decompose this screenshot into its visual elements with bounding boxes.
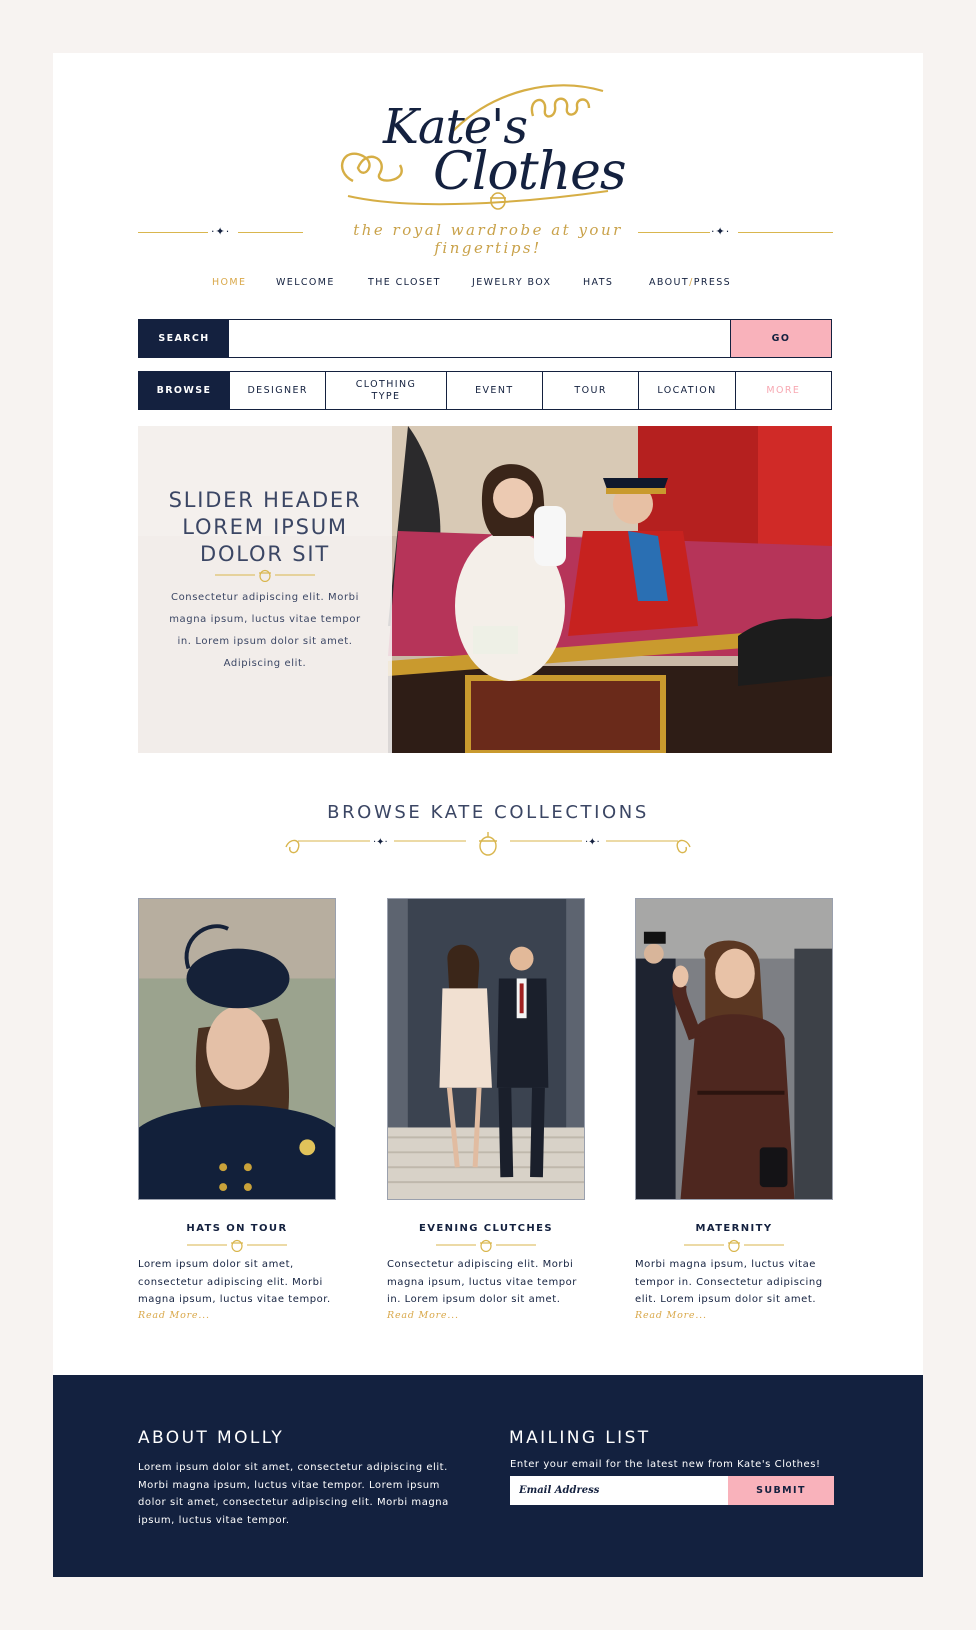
tagline-rule-right	[738, 232, 833, 233]
read-more-link[interactable]: Read More...	[138, 1309, 336, 1323]
email-field[interactable]	[510, 1476, 728, 1505]
browse-more[interactable]: MORE	[734, 372, 831, 409]
collection-card-maternity: MATERNITY Morbi magna ipsum, luctus vita…	[635, 898, 833, 1323]
collection-description: Morbi magna ipsum, luctus vitae tempor i…	[635, 1259, 823, 1305]
kate-clutch-photo	[388, 899, 584, 1199]
nav-the-closet[interactable]: THE CLOSET	[368, 277, 441, 288]
tagline: the royal wardrobe at your fingertips!	[353, 221, 623, 257]
search-label: SEARCH	[139, 320, 229, 357]
site-logo[interactable]: Kate's Clothes	[323, 71, 653, 221]
collection-title: HATS ON TOUR	[186, 1223, 288, 1234]
acorn-divider-icon	[436, 1239, 536, 1252]
hero-slider[interactable]: SLIDER HEADER LOREM IPSUM DOLOR SIT Cons…	[138, 426, 832, 753]
collection-title: EVENING CLUTCHES	[419, 1223, 553, 1234]
kates-clothes-logo-graphic: Kate's Clothes	[341, 84, 627, 210]
svg-text:·✦·: ·✦·	[585, 837, 600, 848]
about-text: Lorem ipsum dolor sit amet, consectetur …	[138, 1462, 449, 1526]
browse-event[interactable]: EVENT	[445, 372, 542, 409]
slider-header-line: LOREM IPSUM	[182, 515, 348, 539]
svg-text:·✦·: ·✦·	[373, 837, 388, 848]
collection-image[interactable]	[138, 898, 336, 1200]
tagline-row: ·✦· the royal wardrobe at your fingertip…	[138, 221, 838, 257]
svg-text:Clothes: Clothes	[433, 142, 626, 202]
nav-about-press[interactable]: ABOUT/PRESS	[649, 277, 731, 288]
nav-home[interactable]: HOME	[212, 277, 246, 288]
collection-description: Lorem ipsum dolor sit amet, consectetur …	[138, 1259, 331, 1305]
kate-hat-photo	[139, 899, 335, 1199]
nav-jewelry-box[interactable]: JEWELRY BOX	[472, 277, 551, 288]
tagline-rule-left	[138, 232, 208, 233]
browse-location[interactable]: LOCATION	[638, 372, 734, 409]
mailing-list-title: MAILING LIST	[509, 1428, 651, 1448]
nav-press-label: PRESS	[693, 277, 732, 288]
search-go-button[interactable]: GO	[730, 320, 831, 357]
mailing-list-text: Enter your email for the latest new from…	[510, 1459, 821, 1470]
acorn-divider-icon	[684, 1239, 784, 1252]
collection-description: Consectetur adipiscing elit. Morbi magna…	[387, 1259, 577, 1305]
nav-welcome[interactable]: WELCOME	[276, 277, 335, 288]
collection-image[interactable]	[635, 898, 833, 1200]
search-bar: SEARCH GO	[138, 319, 832, 358]
browse-tour[interactable]: TOUR	[541, 372, 638, 409]
collection-image[interactable]	[387, 898, 585, 1200]
tagline-rule-left-inner	[238, 232, 303, 233]
mailing-list-form: SUBMIT	[510, 1476, 834, 1505]
collections-heading: BROWSE KATE COLLECTIONS	[327, 802, 649, 823]
kate-maternity-photo	[636, 899, 832, 1199]
read-more-link[interactable]: Read More...	[387, 1309, 585, 1323]
site-footer: ABOUT MOLLY Lorem ipsum dolor sit amet, …	[53, 1375, 923, 1577]
nav-about-label: ABOUT	[649, 277, 690, 288]
flourish-divider-icon: ·✦· ·✦·	[285, 832, 691, 856]
browse-clothing-type[interactable]: CLOTHING TYPE	[325, 372, 445, 409]
about-title: ABOUT MOLLY	[138, 1428, 285, 1448]
submit-button[interactable]: SUBMIT	[728, 1476, 834, 1505]
page-card: Kate's Clothes ·✦· the royal wardrobe at…	[53, 53, 923, 1577]
collection-card-evening-clutches: EVENING CLUTCHES Consectetur adipiscing …	[387, 898, 585, 1323]
browse-label: BROWSE	[139, 372, 229, 409]
slider-header: SLIDER HEADER LOREM IPSUM DOLOR SIT	[138, 487, 392, 568]
acorn-divider-icon	[215, 569, 315, 582]
search-input[interactable]	[229, 320, 730, 357]
slider-header-line: DOLOR SIT	[200, 542, 330, 566]
acorn-divider-icon	[187, 1239, 287, 1252]
ornament-icon: ·✦·	[711, 225, 731, 238]
collection-card-hats-on-tour: HATS ON TOUR Lorem ipsum dolor sit amet,…	[138, 898, 336, 1323]
browse-designer[interactable]: DESIGNER	[229, 372, 325, 409]
browse-bar: BROWSE DESIGNER CLOTHING TYPE EVENT TOUR…	[138, 371, 832, 410]
slider-caption-panel: SLIDER HEADER LOREM IPSUM DOLOR SIT Cons…	[138, 426, 392, 753]
ornament-icon: ·✦·	[211, 225, 231, 238]
tagline-rule-right-inner	[638, 232, 710, 233]
read-more-link[interactable]: Read More...	[635, 1309, 833, 1323]
main-nav: HOME WELCOME THE CLOSET JEWELRY BOX HATS…	[138, 277, 832, 297]
slider-body-text: Consectetur adipiscing elit. Morbi magna…	[169, 592, 361, 669]
slider-header-line: SLIDER HEADER	[168, 488, 362, 512]
collection-title: MATERNITY	[695, 1223, 773, 1234]
nav-hats[interactable]: HATS	[583, 277, 613, 288]
